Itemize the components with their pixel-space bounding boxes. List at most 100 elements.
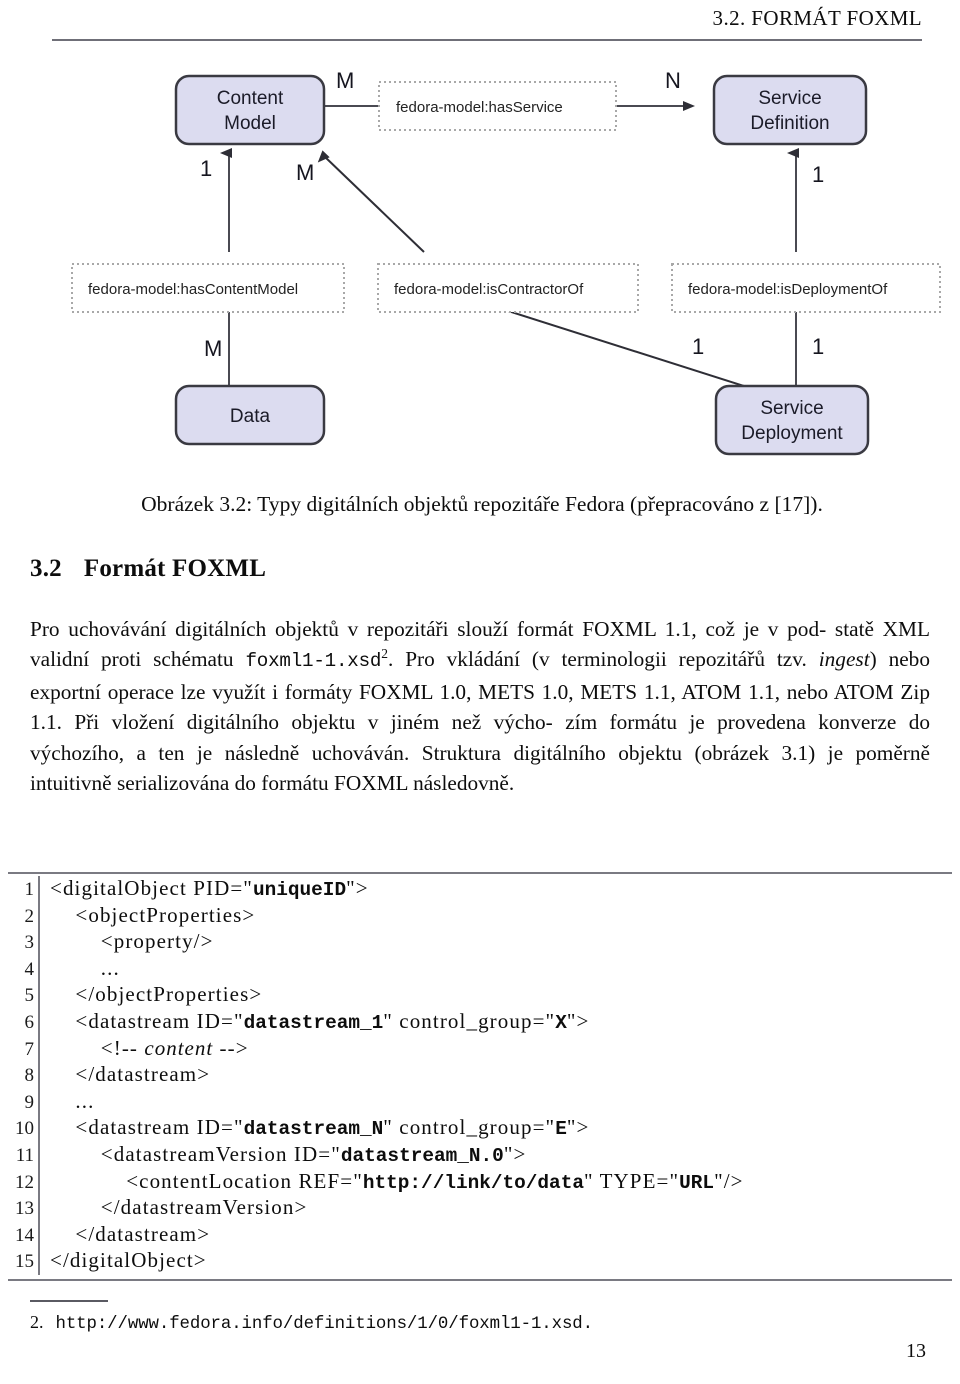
header-title: 3.2. FORMÁT FOXML [712,6,922,30]
code-token-tag: --> [213,1035,249,1060]
page-number: 13 [906,1340,926,1362]
code-gutter-divider [38,1088,40,1116]
code-token-tag: </datastream> [50,1221,211,1246]
cardinality-servicedeployment-iscontractorof: 1 [692,334,704,359]
code-line-number: 9 [24,1091,35,1113]
code-line-text: </datastream> [50,1062,210,1087]
code-line: 1 <digitalObject PID="uniqueID"> [8,876,952,903]
code-token-val: datastream_N.0 [340,1144,504,1167]
code-line: 8 </datastream> [8,1062,952,1089]
node-service-deployment-line1: Service [760,398,823,419]
page-header: 3.2. FORMÁT FOXML [52,6,922,46]
code-line-number: 8 [24,1065,35,1087]
relation-label-is-deployment-of: fedora-model:isDeploymentOf [688,281,888,298]
code-token-tag: <!-- [50,1035,145,1060]
cardinality-servicedeployment-isdeploymentof: 1 [812,334,824,359]
node-service-deployment-line2: Deployment [741,423,843,444]
figure-fedora-object-types: fedora-model:hasService fedora-model:has… [24,56,944,456]
code-line-text: <datastream ID="datastream_1" control_gr… [50,1009,589,1034]
footnote-number: 2. [30,1312,44,1332]
code-token-cmt: content [144,1035,214,1060]
code-line-number: 12 [15,1171,34,1193]
code-line-text: <contentLocation REF="http://link/to/dat… [50,1169,744,1194]
code-line-number: 4 [24,958,35,980]
code-token-tag: <datastream ID=" [50,1008,244,1033]
code-token-tag: <datastreamVersion ID=" [50,1141,341,1166]
code-token-tag: ... [50,1088,95,1113]
code-listing: 1 <digitalObject PID="uniqueID"> 2 <object… [8,872,952,1281]
code-line-number: 15 [15,1251,34,1273]
code-line: 9 ... [8,1088,952,1116]
code-gutter-divider [38,1141,40,1169]
code-token-tag: " TYPE=" [583,1168,680,1193]
code-gutter-divider [38,955,40,983]
code-line-number: 13 [15,1198,34,1220]
footnote-url[interactable]: http://www.fedora.info/definitions/1/0/f… [56,1315,594,1334]
relation-box-is-contractor-of: fedora-model:isContractorOf [377,263,639,313]
relation-label-is-contractor-of: fedora-model:isContractorOf [394,281,584,298]
code-token-tag: <property/> [50,929,214,954]
code-line: 2 <objectProperties> [8,902,952,930]
code-token-tag: <objectProperties> [50,902,256,927]
code-line-text: <datastream ID="datastream_N" control_gr… [50,1115,589,1140]
code-token-tag: "> [503,1141,527,1166]
code-line: 12 <contentLocation REF="http://link/to/… [8,1168,952,1196]
footnote-divider [30,1300,108,1302]
node-data-label: Data [230,406,271,427]
code-gutter-divider [38,929,40,956]
code-token-val: uniqueID [252,879,347,901]
code-line-text: ... [50,1089,94,1114]
code-gutter-divider [38,902,40,930]
cardinality-servicedefinition-hasservice: N [665,68,681,93]
code-token-tag: </datastream> [50,1062,211,1087]
code-line-text: <!-- content --> [50,1036,249,1061]
node-service-definition: Service Definition [712,74,868,146]
relation-box-has-content-model: fedora-model:hasContentModel [71,263,345,313]
code-token-tag: " control_group=" [383,1008,556,1033]
code-token-val: datastream_1 [243,1011,384,1034]
code-gutter-divider [38,1248,40,1275]
term-ingest: ingest [818,647,870,672]
code-token-tag: <digitalObject PID=" [50,876,253,900]
code-line-number: 5 [24,985,35,1007]
code-line-number: 14 [15,1224,34,1246]
code-line: 3 <property/> [8,929,952,956]
relation-label-has-service: fedora-model:hasService [396,99,563,116]
code-line: 5 </objectProperties> [8,982,952,1009]
code-line-number: 3 [24,932,35,954]
header-divider [52,39,922,41]
paragraph-line-2b: . Pro vkládání (v terminologii repozitář… [387,647,765,672]
code-gutter-divider [38,1008,40,1036]
code-listing-frame: 1 <digitalObject PID="uniqueID"> 2 <object… [8,872,952,1281]
code-line-number: 1 [24,879,35,900]
code-line: 4 ... [8,955,952,983]
code-token-val: datastream_N [243,1118,384,1141]
code-line-text: <digitalObject PID="uniqueID"> [50,876,369,901]
node-service-definition-line2: Definition [750,113,829,134]
code-token-tag: </datastreamVersion> [50,1195,308,1220]
code-line: 13 </datastreamVersion> [8,1195,952,1222]
code-line-number: 2 [24,905,35,927]
code-token-tag: "/> [714,1168,744,1193]
code-gutter-divider [38,1115,40,1142]
code-gutter-divider [38,1195,40,1222]
relation-label-has-content-model: fedora-model:hasContentModel [88,281,298,298]
code-token-tag: <datastream ID=" [50,1115,244,1140]
figure-caption: Obrázek 3.2: Typy digitálních objektů re… [141,492,823,516]
code-token-tag: " control_group=" [383,1115,556,1140]
code-line-text: <property/> [50,929,214,954]
code-line-text: </datastreamVersion> [50,1195,307,1220]
code-gutter-divider [38,1221,40,1249]
edge-iscontractorof-contentmodel [317,150,425,253]
code-line: 11 <datastreamVersion ID="datastream_N.0… [8,1141,952,1169]
code-line-number: 7 [24,1038,35,1060]
paragraph-line-1: Pro uchovávání digitálních objektů v rep… [30,617,827,641]
code-line-text: </objectProperties> [50,982,262,1007]
code-gutter-divider [38,982,40,1009]
section-title: Formát FOXML [83,555,267,582]
code-token-tag: <contentLocation REF=" [50,1168,363,1193]
paragraph-line-7: následovně. [413,771,515,796]
code-token-tag: "> [566,1115,590,1140]
code-token-tag: "> [346,876,369,900]
code-line: 7 <!-- content --> [8,1035,952,1063]
